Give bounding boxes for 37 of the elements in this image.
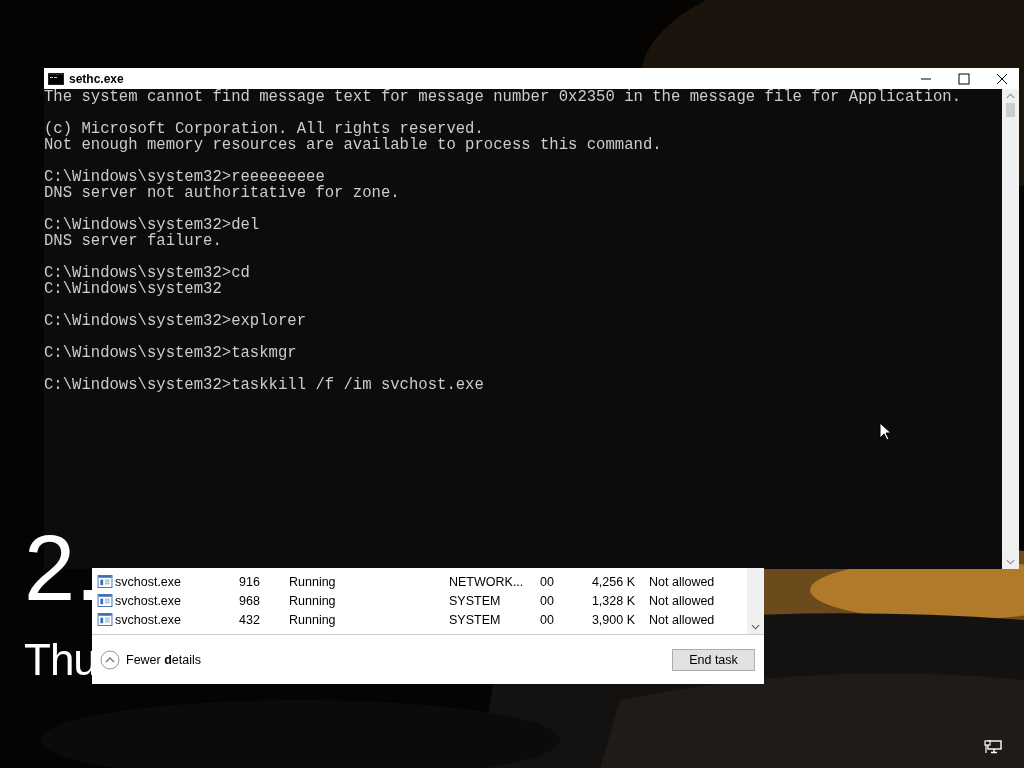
end-task-button[interactable]: End task xyxy=(672,648,755,671)
table-cell-text: 916 xyxy=(239,574,261,589)
table-cell-text: 432 xyxy=(239,612,261,627)
table-cell-text: 968 xyxy=(239,593,261,608)
table-cell-text: 1,328 K xyxy=(590,593,636,608)
table-cell-text: Running xyxy=(289,593,337,608)
fewer-details-button[interactable]: Fewer details xyxy=(100,649,202,670)
table-cell-text: 00 xyxy=(540,593,555,608)
console-line: C:\Windows\system32>explorer xyxy=(44,312,307,330)
table-cell-text: 3,900 K xyxy=(590,612,636,627)
table-cell: svchost.exe xyxy=(115,593,181,608)
console-line: (c) Microsoft Corporation. All rights reserved. xyxy=(44,120,484,138)
table-cell: svchost.exe xyxy=(115,612,181,627)
table-cell-text: Not allowed xyxy=(649,593,716,608)
lock-screen-time: 2. xyxy=(24,522,101,614)
console-line: C:\Windows\system32>cd xyxy=(44,264,250,282)
console-line: C:\Windows\system32 xyxy=(44,280,222,298)
table-cell-text: 4,256 K xyxy=(590,574,636,589)
table-cell-text: Running xyxy=(289,612,337,627)
table-cell: svchost.exe xyxy=(115,574,181,589)
console-line: DNS server not authoritative for zone. xyxy=(44,184,400,202)
table-cell-text: NETWORK... xyxy=(449,574,525,589)
table-cell-text: SYSTEM xyxy=(449,612,502,627)
console-line: DNS server failure. xyxy=(44,232,222,250)
table-cell-text: 00 xyxy=(540,574,555,589)
window-title: sethc.exe xyxy=(69,71,124,86)
table-cell-text: 00 xyxy=(540,612,555,627)
console-line: The system cannot find message text for message number 0x2350 in the message file for Application. xyxy=(44,88,962,106)
console-line: C:\Windows\system32>taskkill /f /im svchost.exe xyxy=(44,376,484,394)
console-line: C:\Windows\system32>del xyxy=(44,216,260,234)
console-line: Not enough memory resources are available to process this command. xyxy=(44,136,662,154)
table-cell-text: Running xyxy=(289,574,337,589)
console-line: C:\Windows\system32>reeeeeeeee xyxy=(44,168,325,186)
table-cell-text: SYSTEM xyxy=(449,593,502,608)
table-cell-text: Not allowed xyxy=(649,574,716,589)
table-cell-text: Not allowed xyxy=(649,612,716,627)
console-line: C:\Windows\system32>taskmgr xyxy=(44,344,297,362)
